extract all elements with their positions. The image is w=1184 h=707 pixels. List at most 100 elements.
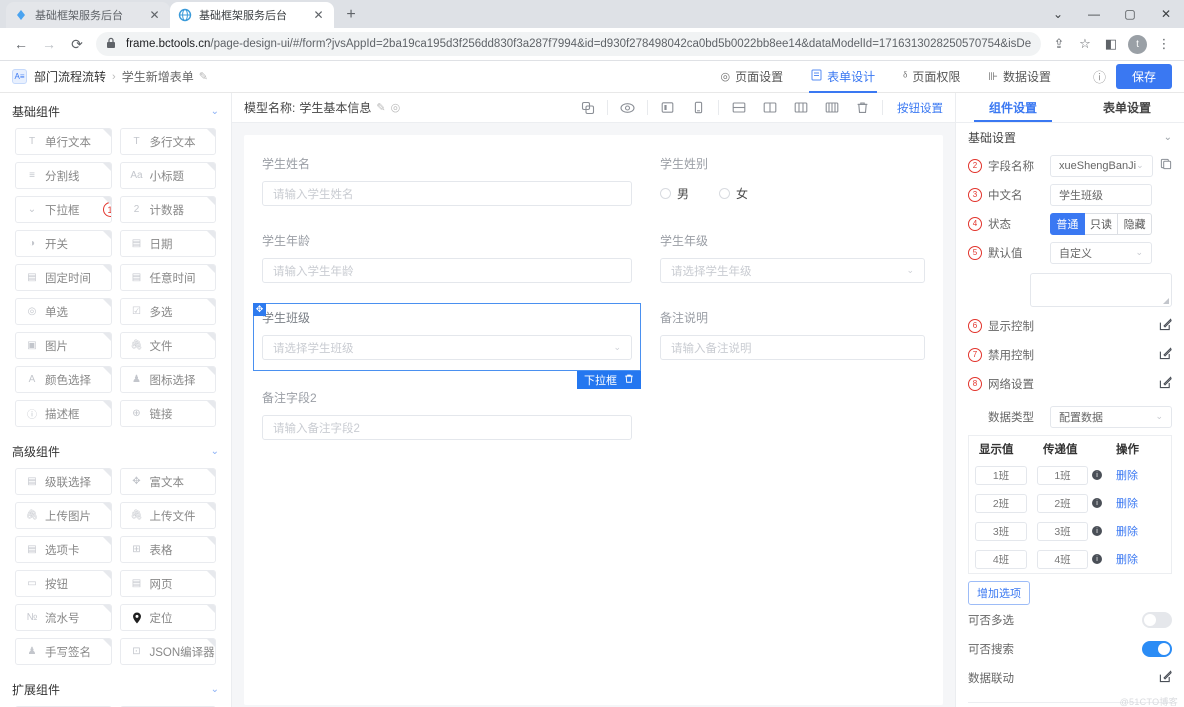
tab-form-design[interactable]: 表单设计 bbox=[797, 61, 889, 93]
close-icon[interactable]: ✕ bbox=[311, 8, 326, 23]
component-card-signature[interactable]: ♟手写签名 bbox=[15, 638, 112, 665]
component-card-tabs[interactable]: ▤选项卡 bbox=[15, 536, 112, 563]
status-option-readonly[interactable]: 只读 bbox=[1085, 213, 1119, 235]
edit-square-icon[interactable] bbox=[1159, 376, 1172, 392]
browser-tab-2[interactable]: 基础框架服务后台 ✕ bbox=[170, 2, 334, 28]
minimize-button[interactable]: — bbox=[1076, 0, 1112, 28]
copy-icon[interactable] bbox=[572, 93, 603, 123]
layout-4col-icon[interactable] bbox=[816, 93, 847, 123]
option-value-input[interactable]: 3班 bbox=[1037, 522, 1088, 541]
radio-option-female[interactable]: 女 bbox=[719, 185, 748, 202]
component-card-json-editor[interactable]: ⊡JSON编译器 bbox=[120, 638, 217, 665]
chevron-down-icon[interactable]: ⌄ bbox=[211, 684, 219, 695]
component-card-description[interactable]: ⓘ描述框 bbox=[15, 400, 112, 427]
layout-3col-icon[interactable] bbox=[785, 93, 816, 123]
option-value-input[interactable]: 2班 bbox=[1037, 494, 1088, 513]
delete-component-icon[interactable] bbox=[624, 373, 634, 387]
address-bar[interactable]: frame.bctools.cn/page-design-ui/#/form?j… bbox=[96, 32, 1041, 56]
form-field-student-name[interactable]: 学生姓名 请输入学生姓名 bbox=[262, 155, 632, 206]
component-group-header-2[interactable]: 扩展组件⌄ bbox=[0, 676, 231, 702]
chevron-down-icon[interactable]: ⌄ bbox=[211, 106, 219, 117]
chinese-name-input[interactable]: 学生班级 bbox=[1050, 184, 1152, 206]
status-option-normal[interactable]: 普通 bbox=[1050, 213, 1085, 235]
remark-desc-input[interactable]: 请输入备注说明 bbox=[660, 335, 925, 360]
component-card-location-pin[interactable]: 定位 bbox=[120, 604, 217, 631]
edit-square-icon[interactable] bbox=[1159, 347, 1172, 363]
component-card-icon-picker[interactable]: ♟图标选择 bbox=[120, 366, 217, 393]
add-option-button[interactable]: 增加选项 bbox=[968, 581, 1030, 605]
component-card-rich-text[interactable]: ✥富文本 bbox=[120, 468, 217, 495]
field-name-select[interactable]: xueShengBanJi ⌄ bbox=[1050, 155, 1153, 177]
radio-option-male[interactable]: 男 bbox=[660, 185, 689, 202]
default-value-select[interactable]: 自定义 ⌄ bbox=[1050, 242, 1152, 264]
help-circle-icon[interactable]: ⓘ bbox=[1093, 67, 1106, 86]
option-delete-link[interactable]: 删除 bbox=[1106, 467, 1171, 483]
browser-tab-1[interactable]: 基础框架服务后台 ✕ bbox=[6, 2, 170, 28]
maximize-button[interactable]: ▢ bbox=[1112, 0, 1148, 28]
form-field-remark-2[interactable]: 备注字段2 请输入备注字段2 bbox=[262, 389, 632, 440]
student-class-select[interactable]: 请选择学生班级 ⌄ bbox=[262, 335, 632, 360]
delete-trash-icon[interactable] bbox=[847, 93, 878, 123]
component-card-cascader[interactable]: ▤级联选择 bbox=[15, 468, 112, 495]
searchable-toggle[interactable] bbox=[1142, 641, 1172, 657]
tab-page-permission[interactable]: ᵟ 页面权限 bbox=[889, 61, 974, 93]
component-card-checkbox[interactable]: ☑多选 bbox=[120, 298, 217, 325]
component-card-fixed-time[interactable]: ▤固定时间 bbox=[15, 264, 112, 291]
multi-select-toggle[interactable] bbox=[1142, 612, 1172, 628]
close-icon[interactable]: ✕ bbox=[147, 8, 162, 23]
preview-eye-icon[interactable] bbox=[612, 93, 643, 123]
form-field-student-class[interactable]: ✥ 学生班级 请选择学生班级 ⌄ 下拉框 bbox=[253, 303, 641, 371]
component-card-radio[interactable]: ◎单选 bbox=[15, 298, 112, 325]
back-icon[interactable]: ← bbox=[8, 31, 34, 57]
component-card-heading[interactable]: Aa小标题 bbox=[120, 162, 217, 189]
bookmark-star-icon[interactable]: ☆ bbox=[1073, 32, 1097, 56]
chevron-down-icon[interactable]: ⌄ bbox=[1164, 132, 1172, 143]
model-edit-pencil-icon[interactable]: ✎ bbox=[376, 101, 385, 114]
row-disable-control[interactable]: 7 禁用控制 bbox=[956, 340, 1184, 369]
component-card-upload-file[interactable]: 🖇上传文件 bbox=[120, 502, 217, 529]
option-delete-link[interactable]: 删除 bbox=[1106, 495, 1171, 511]
remark-2-input[interactable]: 请输入备注字段2 bbox=[262, 415, 632, 440]
edit-square-icon[interactable] bbox=[1159, 318, 1172, 334]
option-delete-link[interactable]: 删除 bbox=[1106, 523, 1171, 539]
forward-icon[interactable]: → bbox=[36, 31, 62, 57]
component-card-color-picker[interactable]: A颜色选择 bbox=[15, 366, 112, 393]
basic-settings-header[interactable]: 基础设置 ⌄ bbox=[956, 123, 1184, 151]
tab-form-settings[interactable]: 表单设置 bbox=[1070, 93, 1184, 122]
component-card-divider[interactable]: ≡分割线 bbox=[15, 162, 112, 189]
student-grade-select[interactable]: 请选择学生年级 ⌄ bbox=[660, 258, 925, 283]
option-value-input[interactable]: 1班 bbox=[1037, 466, 1088, 485]
tab-page-settings[interactable]: ◎ 页面设置 bbox=[707, 61, 798, 93]
info-icon[interactable]: i bbox=[1092, 554, 1102, 564]
tab-data-settings[interactable]: ⊪ 数据设置 bbox=[974, 61, 1065, 93]
info-icon[interactable]: i bbox=[1092, 498, 1102, 508]
breadcrumb-root[interactable]: 部门流程流转 bbox=[34, 68, 106, 85]
option-value-input[interactable]: 4班 bbox=[1037, 550, 1088, 569]
close-window-button[interactable]: ✕ bbox=[1148, 0, 1184, 28]
share-icon[interactable]: ⇪ bbox=[1047, 32, 1071, 56]
component-group-header-1[interactable]: 高级组件⌄ bbox=[0, 438, 231, 464]
component-card-textarea[interactable]: T多行文本 bbox=[120, 128, 217, 155]
component-card-image[interactable]: ▣图片 bbox=[15, 332, 112, 359]
row-data-linkage[interactable]: 数据联动 bbox=[956, 663, 1184, 692]
button-settings-link[interactable]: 按钮设置 bbox=[897, 100, 943, 116]
component-card-table[interactable]: ⊞表格 bbox=[120, 536, 217, 563]
option-display-input[interactable]: 2班 bbox=[975, 494, 1027, 513]
browser-menu-icon[interactable]: ⋮ bbox=[1152, 32, 1176, 56]
new-tab-button[interactable]: + bbox=[338, 2, 364, 28]
save-button[interactable]: 保存 bbox=[1116, 64, 1172, 89]
edit-square-icon[interactable] bbox=[1159, 670, 1172, 686]
component-card-button[interactable]: ▭按钮 bbox=[15, 570, 112, 597]
data-type-select[interactable]: 配置数据 ⌄ bbox=[1050, 406, 1172, 428]
component-card-attachment[interactable]: 🖇文件 bbox=[120, 332, 217, 359]
component-card-switch[interactable]: ◑开关 bbox=[15, 230, 112, 257]
row-network-settings[interactable]: 8 网络设置 bbox=[956, 369, 1184, 398]
copy-icon[interactable] bbox=[1159, 158, 1173, 173]
edit-pencil-icon[interactable]: ✎ bbox=[199, 70, 208, 83]
form-field-remark-desc[interactable]: 备注说明 请输入备注说明 bbox=[660, 309, 925, 365]
drag-move-icon[interactable]: ✥ bbox=[253, 303, 266, 316]
option-delete-link[interactable]: 删除 bbox=[1106, 551, 1171, 567]
desktop-view-icon[interactable] bbox=[652, 93, 683, 123]
form-field-student-gender[interactable]: 学生姓别 男 女 bbox=[660, 155, 925, 206]
layout-2col-icon[interactable] bbox=[754, 93, 785, 123]
